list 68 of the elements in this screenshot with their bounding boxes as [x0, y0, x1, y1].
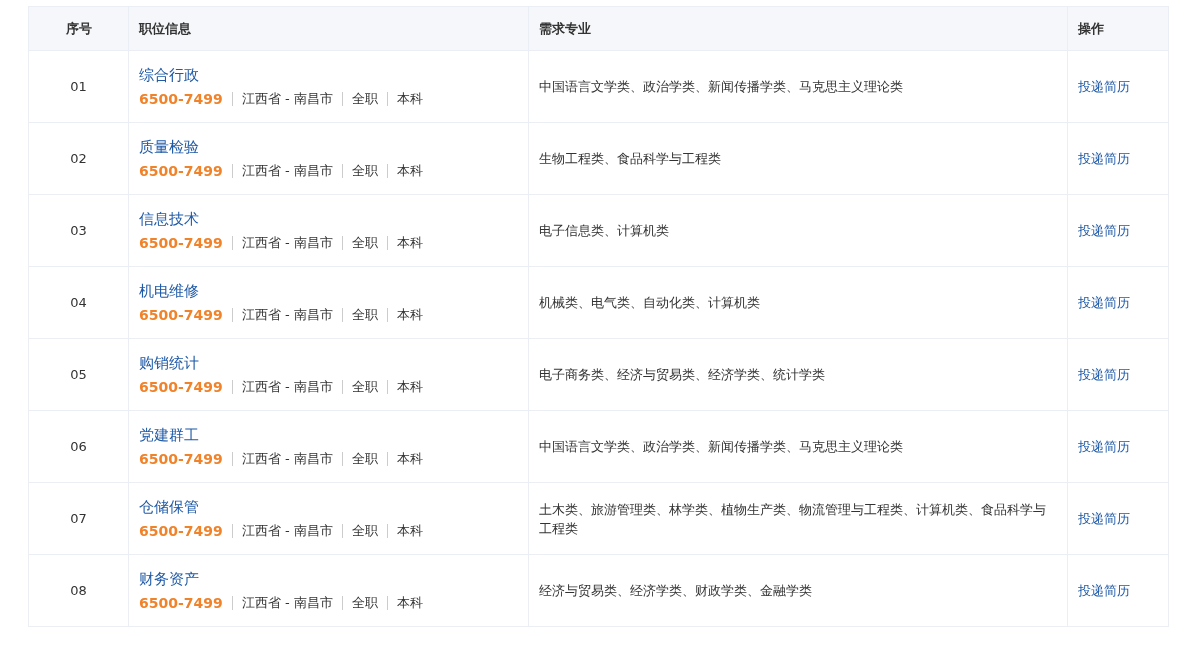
row-number: 08: [70, 582, 87, 600]
apply-link[interactable]: 投递简历: [1078, 437, 1130, 456]
job-type-text: 全职: [341, 92, 387, 106]
row-number: 07: [70, 510, 87, 528]
salary-text: 6500-7499: [139, 307, 224, 323]
row-number: 05: [70, 366, 87, 384]
row-number: 02: [70, 150, 87, 168]
education-text: 本科: [386, 236, 432, 250]
apply-link[interactable]: 投递简历: [1078, 293, 1130, 312]
location-text: 江西省 - 南昌市: [231, 524, 342, 538]
row-number: 03: [70, 222, 87, 240]
row-number: 01: [70, 78, 87, 96]
majors-text: 中国语言文学类、政治学类、新闻传播学类、马克思主义理论类: [539, 438, 903, 456]
salary-text: 6500-7499: [139, 451, 224, 467]
education-text: 本科: [386, 596, 432, 610]
column-header: 序号: [29, 7, 129, 51]
job-type-text: 全职: [341, 596, 387, 610]
job-title-link[interactable]: 机电维修: [139, 282, 199, 301]
salary-text: 6500-7499: [139, 379, 224, 395]
majors-text: 生物工程类、食品科学与工程类: [539, 150, 721, 168]
apply-link[interactable]: 投递简历: [1078, 509, 1130, 528]
majors-text: 经济与贸易类、经济学类、财政学类、金融学类: [539, 582, 812, 600]
job-type-text: 全职: [341, 308, 387, 322]
job-title-link[interactable]: 质量检验: [139, 138, 199, 157]
education-text: 本科: [386, 452, 432, 466]
location-text: 江西省 - 南昌市: [231, 164, 342, 178]
salary-text: 6500-7499: [139, 163, 224, 179]
majors-text: 电子商务类、经济与贸易类、经济学类、统计学类: [539, 366, 825, 384]
majors-text: 机械类、电气类、自动化类、计算机类: [539, 294, 760, 312]
majors-text: 土木类、旅游管理类、林学类、植物生产类、物流管理与工程类、计算机类、食品科学与工程类: [539, 500, 1047, 538]
salary-text: 6500-7499: [139, 595, 224, 611]
job-type-text: 全职: [341, 524, 387, 538]
apply-link[interactable]: 投递简历: [1078, 581, 1130, 600]
job-title-link[interactable]: 综合行政: [139, 66, 199, 85]
job-title-link[interactable]: 仓储保管: [139, 498, 199, 517]
row-number: 06: [70, 438, 87, 456]
salary-text: 6500-7499: [139, 235, 224, 251]
salary-text: 6500-7499: [139, 91, 224, 107]
apply-link[interactable]: 投递简历: [1078, 365, 1130, 384]
job-type-text: 全职: [341, 380, 387, 394]
majors-text: 电子信息类、计算机类: [539, 222, 669, 240]
location-text: 江西省 - 南昌市: [231, 380, 342, 394]
majors-text: 中国语言文学类、政治学类、新闻传播学类、马克思主义理论类: [539, 78, 903, 96]
location-text: 江西省 - 南昌市: [231, 92, 342, 106]
job-type-text: 全职: [341, 236, 387, 250]
education-text: 本科: [386, 524, 432, 538]
apply-link[interactable]: 投递简历: [1078, 221, 1130, 240]
job-title-link[interactable]: 党建群工: [139, 426, 199, 445]
column-header: 操作: [1068, 7, 1169, 51]
row-number: 04: [70, 294, 87, 312]
location-text: 江西省 - 南昌市: [231, 236, 342, 250]
job-type-text: 全职: [341, 164, 387, 178]
location-text: 江西省 - 南昌市: [231, 452, 342, 466]
column-header: 职位信息: [129, 7, 529, 51]
location-text: 江西省 - 南昌市: [231, 596, 342, 610]
education-text: 本科: [386, 380, 432, 394]
education-text: 本科: [386, 164, 432, 178]
salary-text: 6500-7499: [139, 523, 224, 539]
education-text: 本科: [386, 92, 432, 106]
location-text: 江西省 - 南昌市: [231, 308, 342, 322]
job-title-link[interactable]: 信息技术: [139, 210, 199, 229]
job-title-link[interactable]: 财务资产: [139, 570, 199, 589]
job-title-link[interactable]: 购销统计: [139, 354, 199, 373]
job-type-text: 全职: [341, 452, 387, 466]
apply-link[interactable]: 投递简历: [1078, 77, 1130, 96]
column-header: 需求专业: [529, 7, 1068, 51]
apply-link[interactable]: 投递简历: [1078, 149, 1130, 168]
education-text: 本科: [386, 308, 432, 322]
